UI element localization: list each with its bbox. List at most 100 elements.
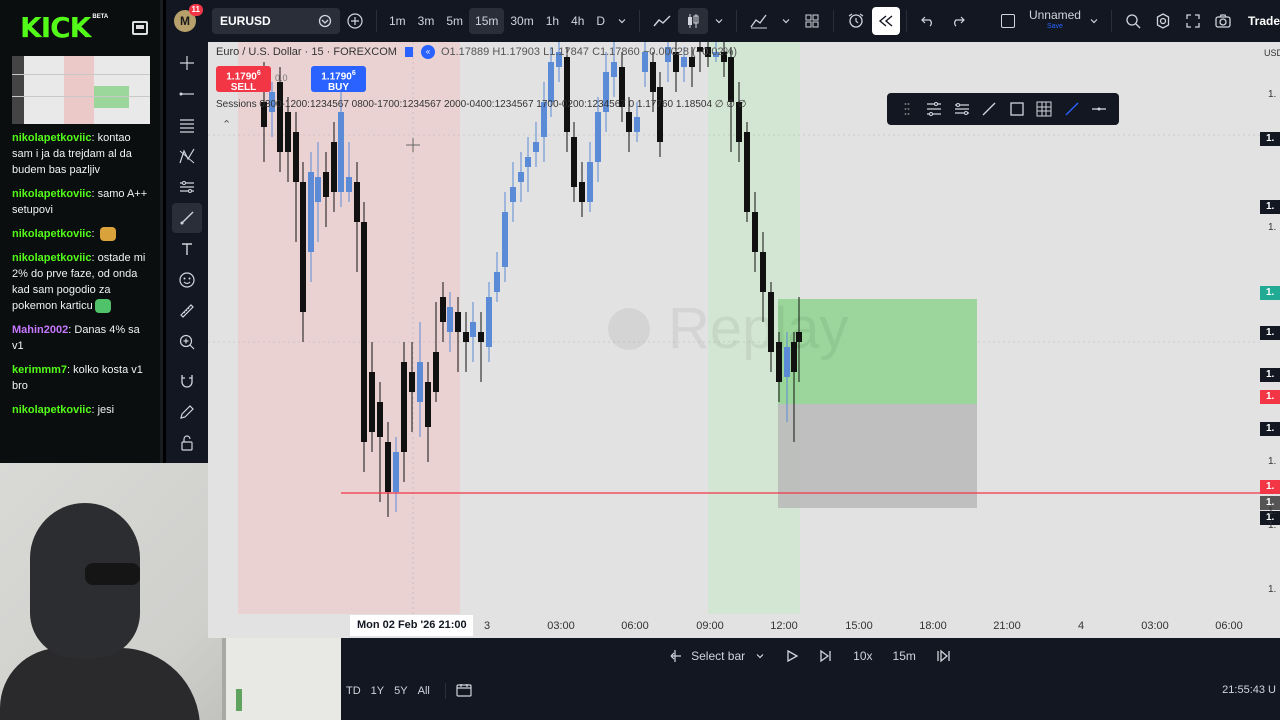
range-5y[interactable]: 5Y xyxy=(389,685,412,697)
interval-1h[interactable]: 1h xyxy=(540,8,565,34)
interval-30m[interactable]: 30m xyxy=(504,8,539,34)
chat-username[interactable]: nikolapetkoviic xyxy=(12,252,91,264)
replay-button[interactable] xyxy=(872,7,901,35)
play-button[interactable] xyxy=(775,649,809,663)
chat-username[interactable]: nikolapetkoviic xyxy=(12,188,91,200)
collapse-legend-icon[interactable]: ⌃ xyxy=(222,118,231,131)
emoji-tool-button[interactable] xyxy=(172,265,202,295)
redo-button[interactable] xyxy=(943,8,973,34)
range-td[interactable]: TD xyxy=(341,685,366,697)
magnet-icon xyxy=(181,375,193,388)
fav-channel-button[interactable] xyxy=(948,94,976,124)
interval-1m[interactable]: 1m xyxy=(383,8,412,34)
add-symbol-button[interactable] xyxy=(340,8,370,34)
trendline-tool-button[interactable] xyxy=(172,79,202,109)
text-tool-button[interactable] xyxy=(172,234,202,264)
clock-timezone[interactable]: 21:55:43 U xyxy=(1222,684,1276,696)
layout-checkbox[interactable] xyxy=(995,8,1021,34)
lock-drawings-button[interactable] xyxy=(172,428,202,458)
indicators-button[interactable] xyxy=(743,8,775,34)
fav-grid-button[interactable] xyxy=(1031,94,1059,124)
select-bar-button[interactable]: Select bar xyxy=(659,649,775,663)
kick-logo[interactable]: KICK BETA xyxy=(20,14,108,42)
price-label: 1. xyxy=(1260,480,1280,494)
undo-button[interactable] xyxy=(913,8,943,34)
floating-drawing-toolbar xyxy=(887,93,1119,125)
sell-button[interactable]: 1.17906 SELL xyxy=(216,66,271,93)
candle-body xyxy=(323,172,329,197)
grid-icon xyxy=(805,14,819,28)
interval-5m[interactable]: 5m xyxy=(440,8,469,34)
candles-chart-type-button[interactable] xyxy=(678,8,709,34)
drawing-mode-button[interactable] xyxy=(172,397,202,427)
time-axis[interactable]: 3 03:00 06:00 09:00 12:00 15:00 18:00 21:00 4 03:… xyxy=(208,614,1260,638)
layout-save-label: Save xyxy=(1046,23,1063,30)
ruler-tool-button[interactable] xyxy=(172,296,202,326)
trade-button[interactable]: Trade xyxy=(1248,14,1280,28)
chat-username[interactable]: nikolapetkoviic xyxy=(12,404,91,416)
time-tick-label: 21:00 xyxy=(993,620,1021,632)
chart-pane[interactable]: Replay Euro / U.S. Dollar · 15 · FOREXCO… xyxy=(208,42,1280,638)
zoom-tool-button[interactable] xyxy=(172,327,202,357)
candle-body xyxy=(571,137,577,187)
brush-tool-button[interactable] xyxy=(172,203,202,233)
range-all[interactable]: All xyxy=(413,685,435,697)
forward-step-button[interactable] xyxy=(809,649,843,663)
compare-icon xyxy=(318,14,332,28)
range-1y[interactable]: 1Y xyxy=(366,685,389,697)
layout-name-button[interactable]: Unnamed Save xyxy=(1021,8,1105,34)
chat-message: nikolapetkoviic: kontao sam i ja da trej… xyxy=(12,132,132,176)
jump-to-realtime-button[interactable] xyxy=(926,649,962,663)
replay-speed-button[interactable]: 10x xyxy=(843,649,882,663)
fav-brush-button[interactable] xyxy=(1058,94,1086,124)
date-range-button[interactable] xyxy=(456,683,472,700)
interval-3m[interactable]: 3m xyxy=(412,8,441,34)
chat-username[interactable]: nikolapetkoviic xyxy=(12,132,91,144)
current-time-label: Mon 02 Feb '26 21:00 xyxy=(350,615,473,636)
interval-4h[interactable]: 4h xyxy=(565,8,590,34)
settings-button[interactable] xyxy=(1148,8,1178,34)
chart-type-dropdown[interactable] xyxy=(708,8,730,34)
buy-button[interactable]: 1.17906 BUY xyxy=(311,66,366,93)
fav-trendline-button[interactable] xyxy=(976,94,1004,124)
chat-username[interactable]: kerimmm7 xyxy=(12,364,67,376)
templates-button[interactable] xyxy=(797,8,827,34)
redo-icon xyxy=(954,16,965,27)
fav-rectangle-button[interactable] xyxy=(1003,94,1031,124)
alert-button[interactable] xyxy=(840,8,872,34)
user-avatar[interactable]: M 11 xyxy=(174,4,203,32)
chat-username[interactable]: nikolapetkoviic xyxy=(12,228,91,240)
drag-handle[interactable] xyxy=(893,94,921,124)
candle-body xyxy=(277,82,283,152)
prediction-tool-button[interactable] xyxy=(172,172,202,202)
fib-tool-button[interactable] xyxy=(172,110,202,140)
pattern-tool-button[interactable] xyxy=(172,141,202,171)
fav-fib-button[interactable] xyxy=(921,94,949,124)
candle-body xyxy=(728,57,734,102)
price-scale[interactable]: USD 1. 1. 1. 1. 1. 1. 1. 1. 1. 1. 1. 1. 1. 1. 1. 1. xyxy=(1260,42,1280,614)
indicators-dropdown[interactable] xyxy=(775,8,797,34)
snapshot-button[interactable] xyxy=(1208,8,1238,34)
emote-icon xyxy=(99,227,116,242)
symbol-title[interactable]: Euro / U.S. Dollar · 15 · FOREXCOM xyxy=(216,46,397,58)
fav-horizontal-line-button[interactable] xyxy=(1086,94,1114,124)
interval-dropdown[interactable] xyxy=(611,8,633,34)
price-label: 1. xyxy=(1260,368,1280,382)
candle-body xyxy=(433,352,439,392)
candle-body xyxy=(510,187,516,202)
popout-icon[interactable] xyxy=(132,21,148,35)
candle-body xyxy=(518,172,524,182)
stream-preview-thumbnail[interactable] xyxy=(12,56,150,124)
price-label: 1. xyxy=(1260,390,1280,404)
line-chart-type-button[interactable] xyxy=(646,8,678,34)
magnet-tool-button[interactable] xyxy=(172,366,202,396)
quick-search-button[interactable] xyxy=(1118,8,1148,34)
crosshair-tool-button[interactable] xyxy=(172,48,202,78)
interval-15m[interactable]: 15m xyxy=(469,8,505,34)
chat-username[interactable]: Mahin2002 xyxy=(12,324,68,336)
fullscreen-button[interactable] xyxy=(1178,8,1208,34)
interval-D[interactable]: D xyxy=(590,8,611,34)
symbol-search[interactable]: EURUSD xyxy=(212,8,340,34)
sessions-indicator-legend[interactable]: Sessions 0300-1200:1234567 0800-1700:123… xyxy=(216,99,746,110)
replay-interval-button[interactable]: 15m xyxy=(883,649,926,663)
